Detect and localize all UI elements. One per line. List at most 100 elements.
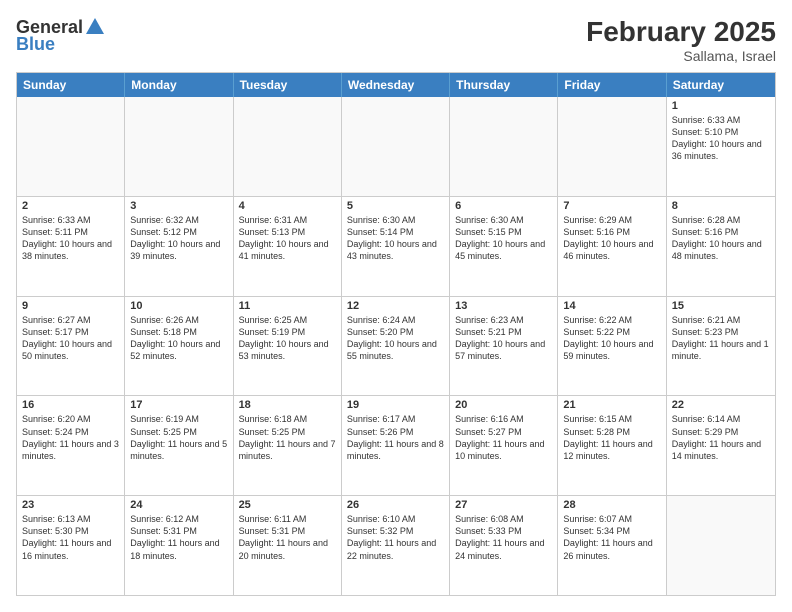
calendar-cell-empty-4-6 (667, 496, 775, 595)
day-info: Sunrise: 6:30 AM Sunset: 5:14 PM Dayligh… (347, 214, 444, 263)
header-day-monday: Monday (125, 73, 233, 97)
calendar-cell-8: 8 Sunrise: 6:28 AM Sunset: 5:16 PM Daylig… (667, 197, 775, 296)
day-info: Sunrise: 6:28 AM Sunset: 5:16 PM Dayligh… (672, 214, 770, 263)
day-info: Sunrise: 6:24 AM Sunset: 5:20 PM Dayligh… (347, 314, 444, 363)
day-number: 10 (130, 300, 227, 312)
header-day-tuesday: Tuesday (234, 73, 342, 97)
calendar-cell-14: 14Sunrise: 6:22 AM Sunset: 5:22 PM Dayli… (558, 297, 666, 396)
page: General Blue February 2025 Sallama, Isra… (0, 0, 792, 612)
day-number: 17 (130, 399, 227, 411)
calendar-cell-21: 21Sunrise: 6:15 AM Sunset: 5:28 PM Dayli… (558, 396, 666, 495)
calendar-cell-5: 5Sunrise: 6:30 AM Sunset: 5:14 PM Daylig… (342, 197, 450, 296)
day-info: Sunrise: 6:16 AM Sunset: 5:27 PM Dayligh… (455, 413, 552, 462)
day-number: 18 (239, 399, 336, 411)
day-number: 13 (455, 300, 552, 312)
calendar-cell-3: 3 Sunrise: 6:32 AM Sunset: 5:12 PM Daylig… (125, 197, 233, 296)
calendar-cell-12: 12 Sunrise: 6:24 AM Sunset: 5:20 PM Dayli… (342, 297, 450, 396)
day-info: Sunrise: 6:15 AM Sunset: 5:28 PM Dayligh… (563, 413, 660, 462)
day-number: 3 (130, 200, 227, 212)
calendar-cell-empty-0-2 (234, 97, 342, 196)
day-number: 4 (239, 200, 336, 212)
day-info: Sunrise: 6:23 AM Sunset: 5:21 PM Dayligh… (455, 314, 552, 363)
calendar-cell-empty-0-5 (558, 97, 666, 196)
calendar-cell-1: 1Sunrise: 6:33 AM Sunset: 5:10 PM Daylig… (667, 97, 775, 196)
calendar-row-1: 2 Sunrise: 6:33 AM Sunset: 5:11 PM Daylig… (17, 197, 775, 297)
calendar-cell-28: 28 Sunrise: 6:07 AM Sunset: 5:34 PM Dayli… (558, 496, 666, 595)
day-number: 8 (672, 200, 770, 212)
day-info: Sunrise: 6:32 AM Sunset: 5:12 PM Dayligh… (130, 214, 227, 263)
day-info: Sunrise: 6:20 AM Sunset: 5:24 PM Dayligh… (22, 413, 119, 462)
day-info: Sunrise: 6:11 AM Sunset: 5:31 PM Dayligh… (239, 513, 336, 562)
day-number: 23 (22, 499, 119, 511)
day-number: 11 (239, 300, 336, 312)
day-info: Sunrise: 6:12 AM Sunset: 5:31 PM Dayligh… (130, 513, 227, 562)
calendar-cell-9: 9Sunrise: 6:27 AM Sunset: 5:17 PM Daylig… (17, 297, 125, 396)
calendar-cell-empty-0-1 (125, 97, 233, 196)
calendar-cell-7: 7 Sunrise: 6:29 AM Sunset: 5:16 PM Daylig… (558, 197, 666, 296)
calendar-row-4: 23 Sunrise: 6:13 AM Sunset: 5:30 PM Dayli… (17, 496, 775, 595)
day-info: Sunrise: 6:18 AM Sunset: 5:25 PM Dayligh… (239, 413, 336, 462)
calendar-cell-18: 18 Sunrise: 6:18 AM Sunset: 5:25 PM Dayli… (234, 396, 342, 495)
day-info: Sunrise: 6:33 AM Sunset: 5:11 PM Dayligh… (22, 214, 119, 263)
calendar-cell-16: 16 Sunrise: 6:20 AM Sunset: 5:24 PM Dayli… (17, 396, 125, 495)
day-number: 1 (672, 100, 770, 112)
calendar-row-3: 16 Sunrise: 6:20 AM Sunset: 5:24 PM Dayli… (17, 396, 775, 496)
header: General Blue February 2025 Sallama, Isra… (16, 16, 776, 64)
day-info: Sunrise: 6:31 AM Sunset: 5:13 PM Dayligh… (239, 214, 336, 263)
calendar-body: 1Sunrise: 6:33 AM Sunset: 5:10 PM Daylig… (17, 97, 775, 595)
calendar-cell-15: 15 Sunrise: 6:21 AM Sunset: 5:23 PM Dayli… (667, 297, 775, 396)
calendar-cell-26: 26 Sunrise: 6:10 AM Sunset: 5:32 PM Dayli… (342, 496, 450, 595)
logo-text: General Blue (16, 16, 107, 55)
calendar-cell-23: 23 Sunrise: 6:13 AM Sunset: 5:30 PM Dayli… (17, 496, 125, 595)
sub-title: Sallama, Israel (586, 48, 776, 64)
day-number: 6 (455, 200, 552, 212)
day-info: Sunrise: 6:10 AM Sunset: 5:32 PM Dayligh… (347, 513, 444, 562)
calendar-cell-11: 11Sunrise: 6:25 AM Sunset: 5:19 PM Dayli… (234, 297, 342, 396)
day-number: 15 (672, 300, 770, 312)
day-number: 19 (347, 399, 444, 411)
day-number: 24 (130, 499, 227, 511)
calendar-cell-empty-0-4 (450, 97, 558, 196)
day-number: 26 (347, 499, 444, 511)
day-number: 7 (563, 200, 660, 212)
header-day-wednesday: Wednesday (342, 73, 450, 97)
day-info: Sunrise: 6:08 AM Sunset: 5:33 PM Dayligh… (455, 513, 552, 562)
calendar-cell-empty-0-0 (17, 97, 125, 196)
day-info: Sunrise: 6:07 AM Sunset: 5:34 PM Dayligh… (563, 513, 660, 562)
day-info: Sunrise: 6:19 AM Sunset: 5:25 PM Dayligh… (130, 413, 227, 462)
header-day-friday: Friday (558, 73, 666, 97)
day-info: Sunrise: 6:14 AM Sunset: 5:29 PM Dayligh… (672, 413, 770, 462)
day-number: 12 (347, 300, 444, 312)
day-info: Sunrise: 6:13 AM Sunset: 5:30 PM Dayligh… (22, 513, 119, 562)
calendar-cell-20: 20 Sunrise: 6:16 AM Sunset: 5:27 PM Dayli… (450, 396, 558, 495)
calendar-cell-empty-0-3 (342, 97, 450, 196)
day-info: Sunrise: 6:29 AM Sunset: 5:16 PM Dayligh… (563, 214, 660, 263)
day-number: 9 (22, 300, 119, 312)
calendar-cell-6: 6 Sunrise: 6:30 AM Sunset: 5:15 PM Daylig… (450, 197, 558, 296)
day-number: 2 (22, 200, 119, 212)
day-number: 25 (239, 499, 336, 511)
calendar-cell-19: 19 Sunrise: 6:17 AM Sunset: 5:26 PM Dayli… (342, 396, 450, 495)
day-info: Sunrise: 6:17 AM Sunset: 5:26 PM Dayligh… (347, 413, 444, 462)
calendar-cell-13: 13 Sunrise: 6:23 AM Sunset: 5:21 PM Dayli… (450, 297, 558, 396)
calendar-header: SundayMondayTuesdayWednesdayThursdayFrid… (17, 73, 775, 97)
day-info: Sunrise: 6:21 AM Sunset: 5:23 PM Dayligh… (672, 314, 770, 363)
day-number: 28 (563, 499, 660, 511)
header-day-saturday: Saturday (667, 73, 775, 97)
day-number: 20 (455, 399, 552, 411)
calendar-row-0: 1Sunrise: 6:33 AM Sunset: 5:10 PM Daylig… (17, 97, 775, 197)
calendar-cell-25: 25 Sunrise: 6:11 AM Sunset: 5:31 PM Dayli… (234, 496, 342, 595)
calendar-cell-4: 4 Sunrise: 6:31 AM Sunset: 5:13 PM Daylig… (234, 197, 342, 296)
calendar-cell-27: 27 Sunrise: 6:08 AM Sunset: 5:33 PM Dayli… (450, 496, 558, 595)
day-number: 27 (455, 499, 552, 511)
calendar-cell-2: 2 Sunrise: 6:33 AM Sunset: 5:11 PM Daylig… (17, 197, 125, 296)
day-info: Sunrise: 6:30 AM Sunset: 5:15 PM Dayligh… (455, 214, 552, 263)
header-day-thursday: Thursday (450, 73, 558, 97)
header-day-sunday: Sunday (17, 73, 125, 97)
day-number: 14 (563, 300, 660, 312)
calendar-cell-22: 22Sunrise: 6:14 AM Sunset: 5:29 PM Dayli… (667, 396, 775, 495)
title-block: February 2025 Sallama, Israel (586, 16, 776, 64)
calendar-row-2: 9Sunrise: 6:27 AM Sunset: 5:17 PM Daylig… (17, 297, 775, 397)
calendar: SundayMondayTuesdayWednesdayThursdayFrid… (16, 72, 776, 596)
day-number: 16 (22, 399, 119, 411)
